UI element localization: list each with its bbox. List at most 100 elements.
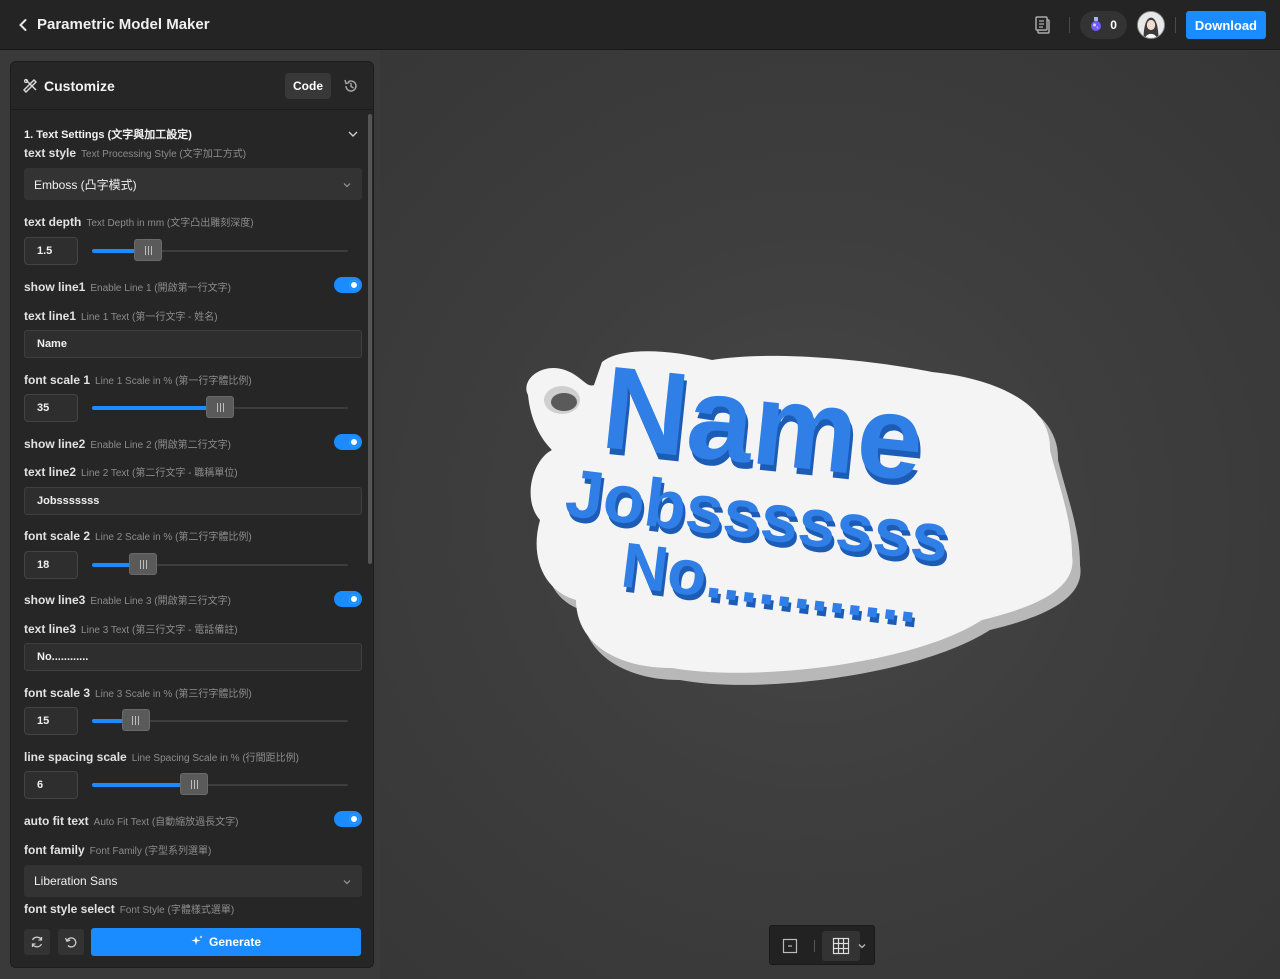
top-right-actions: 0 Download bbox=[1029, 10, 1266, 40]
chevron-down-icon bbox=[342, 179, 352, 189]
divider bbox=[814, 940, 815, 952]
document-icon[interactable] bbox=[1029, 10, 1059, 40]
field-label: text line3 bbox=[24, 622, 77, 636]
field-description: Line 2 Scale in % (第二行字體比例) bbox=[95, 532, 252, 543]
customize-tools-icon bbox=[22, 78, 38, 94]
slider-fill bbox=[92, 406, 220, 410]
credits-count: 0 bbox=[1110, 18, 1117, 32]
download-button[interactable]: Download bbox=[1185, 11, 1266, 39]
panel-header: Customize Code bbox=[11, 62, 373, 110]
field-label: text style bbox=[24, 146, 77, 160]
line-spacing-label: line spacing scale Line Spacing Scale in … bbox=[24, 749, 299, 764]
slider-thumb[interactable] bbox=[129, 553, 158, 575]
text-depth-input[interactable]: 1.5 bbox=[24, 237, 78, 265]
divider bbox=[1069, 17, 1071, 33]
field-description: Line 1 Text (第一行文字 - 姓名) bbox=[81, 312, 218, 323]
keychain-model[interactable]: Name Name Jobsssssss Jobsssssss No......… bbox=[520, 350, 1090, 695]
field-description: Text Processing Style (文字加工方式) bbox=[81, 149, 247, 160]
text-line2-input[interactable]: Jobsssssss bbox=[24, 487, 362, 515]
select-value: Liberation Sans bbox=[34, 874, 118, 888]
show-line3-toggle[interactable] bbox=[334, 591, 362, 607]
show-line1-toggle[interactable] bbox=[334, 277, 362, 293]
text-line3-label: text line3 Line 3 Text (第三行文字 - 電話備註) bbox=[24, 621, 238, 636]
field-description: Text Depth in mm (文字凸出雕刻深度) bbox=[86, 218, 254, 229]
auto-fit-toggle[interactable] bbox=[334, 811, 362, 827]
line-spacing-input[interactable]: 6 bbox=[24, 771, 78, 799]
font-scale-3-slider[interactable] bbox=[92, 709, 348, 733]
chevron-down-icon[interactable] bbox=[854, 934, 870, 958]
credits-badge[interactable]: 0 bbox=[1080, 11, 1127, 39]
field-description: Enable Line 1 (開啟第一行文字) bbox=[90, 283, 231, 294]
slider-thumb[interactable] bbox=[134, 239, 163, 261]
field-label: font scale 1 bbox=[24, 373, 91, 387]
font-family-select[interactable]: Liberation Sans bbox=[24, 865, 362, 897]
generate-label: Generate bbox=[208, 935, 262, 949]
field-label: font family bbox=[24, 843, 85, 857]
field-description: Auto Fit Text (自動縮放過長文字) bbox=[93, 817, 239, 828]
chevron-down-icon[interactable] bbox=[347, 127, 359, 139]
panel-scrollbar[interactable] bbox=[368, 114, 372, 564]
back-chevron-icon[interactable] bbox=[14, 15, 32, 35]
undo-icon[interactable] bbox=[58, 929, 84, 955]
section-title: 1. Text Settings (文字與加工設定) bbox=[24, 129, 192, 141]
font-scale-3-label: font scale 3 Line 3 Scale in % (第三行字體比例) bbox=[24, 685, 252, 700]
divider bbox=[1174, 17, 1176, 33]
top-bar: Parametric Model Maker 0 Download bbox=[0, 0, 1280, 50]
single-view-icon[interactable] bbox=[778, 934, 802, 958]
font-scale-1-slider[interactable] bbox=[92, 396, 348, 420]
text-depth-label: text depth Text Depth in mm (文字凸出雕刻深度) bbox=[24, 214, 254, 229]
field-label: line spacing scale bbox=[24, 750, 127, 764]
model-text: Name Name Jobsssssss Jobsssssss No......… bbox=[562, 350, 956, 642]
font-scale-2-label: font scale 2 Line 2 Scale in % (第二行字體比例) bbox=[24, 528, 252, 543]
text-style-select[interactable]: Emboss (凸字模式) bbox=[24, 168, 362, 200]
show-line2-label: show line2 Enable Line 2 (開啟第二行文字) bbox=[24, 436, 231, 451]
avatar[interactable] bbox=[1136, 11, 1165, 39]
field-description: Font Family (字型系列選單) bbox=[89, 846, 212, 857]
refresh-icon[interactable] bbox=[24, 929, 50, 955]
field-description: Line 3 Text (第三行文字 - 電話備註) bbox=[81, 625, 238, 636]
font-scale-2-input[interactable]: 18 bbox=[24, 551, 78, 579]
slider-thumb[interactable] bbox=[121, 709, 150, 731]
slider-thumb[interactable] bbox=[206, 396, 234, 418]
code-button[interactable]: Code bbox=[285, 73, 331, 99]
settings-scroll-area[interactable]: 1. Text Settings (文字與加工設定) text style Tex… bbox=[11, 111, 367, 917]
generate-button[interactable]: Generate bbox=[91, 928, 361, 956]
font-scale-1-input[interactable]: 35 bbox=[24, 394, 78, 422]
field-label: text line1 bbox=[24, 309, 77, 323]
field-label: text depth bbox=[24, 215, 82, 229]
field-description: Font Style (字體樣式選單) bbox=[119, 905, 235, 916]
potion-icon bbox=[1088, 16, 1104, 35]
slider-thumb[interactable] bbox=[180, 773, 209, 795]
text-line3-input[interactable]: No............ bbox=[24, 643, 362, 671]
show-line2-toggle[interactable] bbox=[334, 434, 362, 450]
font-scale-2-slider[interactable] bbox=[92, 553, 348, 577]
show-line1-label: show line1 Enable Line 1 (開啟第一行文字) bbox=[24, 279, 231, 294]
font-scale-1-label: font scale 1 Line 1 Scale in % (第一行字體比例) bbox=[24, 372, 252, 387]
field-description: Line 1 Scale in % (第一行字體比例) bbox=[95, 376, 252, 387]
select-value: Emboss (凸字模式) bbox=[34, 177, 137, 192]
field-label: text line2 bbox=[24, 465, 77, 479]
panel-footer: Generate bbox=[11, 917, 373, 967]
field-label: show line3 bbox=[24, 593, 86, 607]
panel-title: Customize bbox=[44, 78, 115, 94]
app-title: Parametric Model Maker bbox=[37, 16, 210, 33]
text-depth-slider[interactable] bbox=[92, 239, 348, 263]
field-description: Line 2 Text (第二行文字 - 職稱單位) bbox=[81, 468, 238, 479]
font-style-label: font style select Font Style (字體樣式選單) bbox=[24, 901, 234, 916]
field-label: font scale 3 bbox=[24, 686, 91, 700]
field-description: Line Spacing Scale in % (行間距比例) bbox=[131, 753, 300, 764]
text-line1-input[interactable]: Name bbox=[24, 330, 362, 358]
font-family-label: font family Font Family (字型系列選單) bbox=[24, 842, 211, 857]
field-label: auto fit text bbox=[24, 814, 89, 828]
show-line3-label: show line3 Enable Line 3 (開啟第三行文字) bbox=[24, 592, 231, 607]
field-label: font style select bbox=[24, 902, 115, 916]
font-scale-3-input[interactable]: 15 bbox=[24, 707, 78, 735]
grid-icon[interactable] bbox=[829, 934, 853, 958]
field-description: Line 3 Scale in % (第三行字體比例) bbox=[95, 689, 252, 700]
customize-panel: Customize Code 1. Text Settings (文字與加工設定… bbox=[10, 61, 374, 968]
sparkle-icon bbox=[191, 935, 203, 950]
field-description: Enable Line 3 (開啟第三行文字) bbox=[90, 596, 231, 607]
text-style-label: text style Text Processing Style (文字加工方式) bbox=[24, 145, 246, 160]
history-icon[interactable] bbox=[341, 76, 361, 96]
line-spacing-slider[interactable] bbox=[92, 773, 348, 797]
